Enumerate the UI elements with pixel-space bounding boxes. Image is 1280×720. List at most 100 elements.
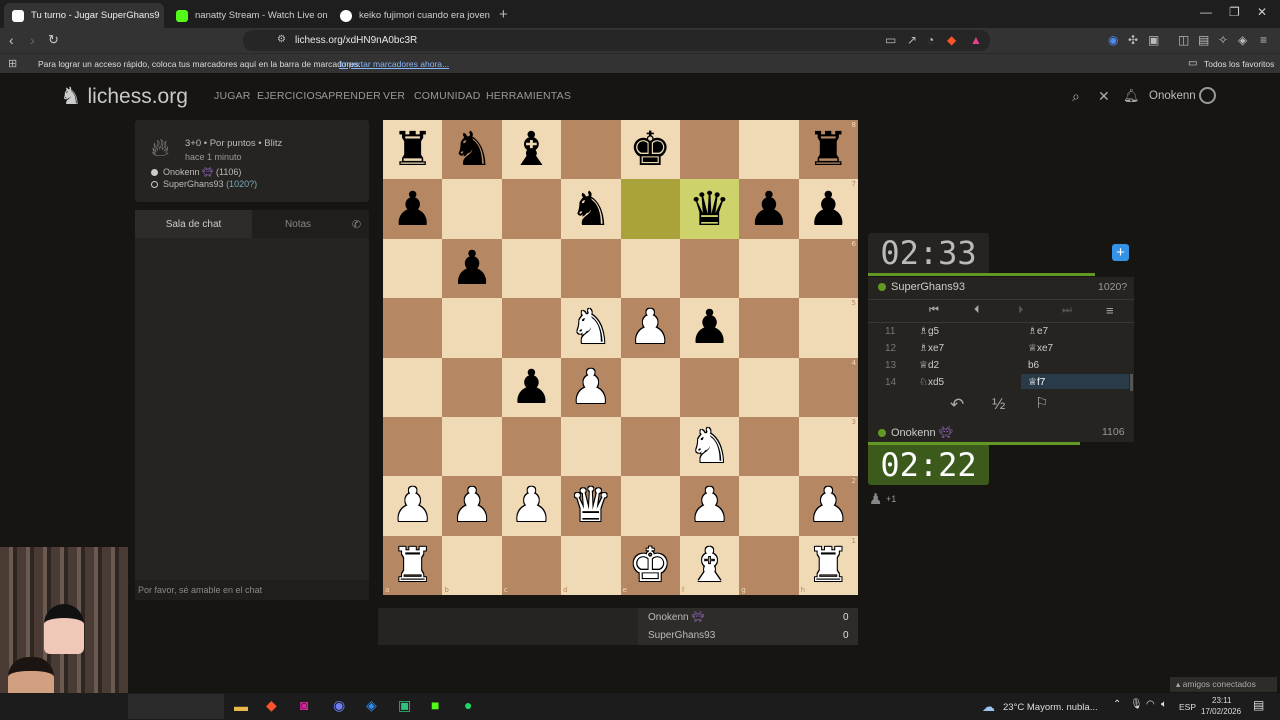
square-h3[interactable]: 3 (798, 416, 858, 477)
last-move-icon[interactable]: ⏭ (1062, 304, 1072, 317)
restore-button[interactable]: ❐ (1229, 5, 1240, 19)
player-name-line[interactable]: Onokenn 👾︎ (891, 426, 953, 439)
square-f2[interactable]: ♟ (679, 476, 740, 536)
square-g2[interactable] (739, 476, 799, 536)
close-window-button[interactable]: ✕ (1257, 5, 1267, 19)
minimize-button[interactable]: — (1200, 5, 1212, 19)
square-e1[interactable]: ♚ e (620, 535, 680, 595)
square-d2[interactable]: ♛ (561, 476, 621, 536)
square-g7[interactable]: ♟ (739, 179, 799, 239)
wifi-icon[interactable]: ◠ (1146, 699, 1155, 710)
white-queen-icon[interactable]: ♛ (570, 482, 612, 529)
square-b5[interactable] (442, 298, 502, 358)
share-icon[interactable]: ↗ (907, 33, 917, 47)
app-icon[interactable]: ◈ (366, 697, 377, 714)
white-player-line[interactable]: Onokenn 👾︎ (1106) (163, 167, 241, 178)
user-menu[interactable]: Onokenn (1149, 90, 1196, 102)
wallet-icon[interactable]: ▣ (1148, 33, 1159, 47)
next-move-icon[interactable]: ⏵ (1018, 304, 1024, 317)
black-pawn-icon[interactable]: ♟ (748, 186, 790, 233)
mic-icon[interactable]: 🎙︎ (1130, 699, 1143, 710)
white-knight-icon[interactable]: ♞ (688, 423, 730, 470)
white-rook-icon[interactable]: ♜ (392, 542, 434, 589)
spotify-icon[interactable]: ● (464, 697, 472, 713)
square-a3[interactable] (383, 416, 443, 477)
square-b3[interactable] (442, 416, 502, 477)
square-d1[interactable]: d (561, 535, 621, 595)
instagram-icon[interactable]: ◙ (300, 697, 308, 713)
square-g3[interactable] (739, 416, 799, 477)
tab-lichess[interactable]: Tu turno - Jugar SuperGhans9 ✕ (4, 3, 164, 28)
square-f7[interactable]: ♛ (679, 179, 740, 239)
square-g5[interactable] (739, 298, 799, 358)
square-c3[interactable] (501, 416, 562, 477)
tab-chat[interactable]: Sala de chat (135, 210, 252, 238)
move-black-current[interactable]: ♕f7 (1028, 377, 1045, 388)
site-info-icon[interactable]: ⚙ (277, 34, 286, 45)
forward-icon[interactable]: › (30, 32, 35, 48)
black-queen-icon[interactable]: ♛ (688, 186, 730, 233)
white-rook-icon[interactable]: ♜ (807, 542, 849, 589)
reload-icon[interactable]: ↻ (48, 32, 59, 48)
black-rook-icon[interactable]: ♜ (807, 126, 849, 173)
square-b6[interactable]: ♟ (442, 238, 502, 299)
brave-shield-icon[interactable]: ◆ (947, 33, 956, 47)
tab-kick[interactable]: nanatty Stream - Watch Live on K (168, 3, 328, 28)
square-a2[interactable]: ♟ (383, 476, 443, 536)
puzzle-icon[interactable]: ✣ (1128, 33, 1138, 47)
square-e5[interactable]: ♟ (620, 298, 680, 358)
black-knight-icon[interactable]: ♞ (570, 186, 612, 233)
square-b8[interactable]: ♞ (442, 120, 502, 180)
square-e7[interactable] (620, 179, 680, 239)
square-f3[interactable]: ♞ (679, 416, 740, 477)
language-indicator[interactable]: ESP (1179, 702, 1196, 712)
tabs-icon[interactable]: ▤ (1198, 33, 1209, 47)
square-f1[interactable]: ♝ f (679, 535, 740, 595)
takeback-icon[interactable]: ↶ (950, 395, 964, 415)
square-g6[interactable] (739, 238, 799, 299)
square-e6[interactable] (620, 238, 680, 299)
move-black[interactable]: ♗e7 (1028, 326, 1048, 337)
square-h1[interactable]: ♜ 1 h (798, 535, 858, 595)
square-g4[interactable] (739, 357, 799, 417)
nav-watch[interactable]: VER (383, 90, 405, 102)
square-b4[interactable] (442, 357, 502, 417)
square-a4[interactable] (383, 357, 443, 417)
move-white[interactable]: ♕d2 (919, 360, 939, 371)
nav-tools[interactable]: HERRAMIENTAS (486, 90, 571, 102)
square-b7[interactable] (442, 179, 502, 239)
square-e8[interactable]: ♚ (620, 120, 680, 180)
nav-community[interactable]: COMUNIDAD (414, 90, 481, 102)
chess-board[interactable]: ♜ ♞ ♝ ♚ ♜ 8 ♟ ♞ ♛ ♟ ♟ 7 ♟ 6 ♞ ♟ ♟ 5 ♟ ♟ 4 ♞ 3 ♟ ♟ ♟ ♛ ♟ ♟ 2 ♜ a b c d ♚ e ♝ f g… (383, 120, 858, 595)
square-f8[interactable] (679, 120, 740, 180)
square-h7[interactable]: ♟ 7 (798, 179, 858, 239)
black-pawn-icon[interactable]: ♟ (392, 186, 434, 233)
white-pawn-icon[interactable]: ♟ (688, 482, 730, 529)
brave-icon[interactable]: ◆ (266, 697, 277, 714)
chat-input[interactable]: Por favor, sé amable en el chat (135, 580, 369, 600)
taskbar-search[interactable] (128, 694, 224, 719)
white-pawn-icon[interactable]: ♟ (392, 482, 434, 529)
square-e2[interactable] (620, 476, 680, 536)
import-bookmarks-link[interactable]: Importar marcadores ahora... (339, 59, 449, 69)
url-input[interactable]: ⚙ lichess.org/xdHN9nA0bc3R (243, 30, 990, 51)
square-c1[interactable]: c (501, 535, 562, 595)
square-a8[interactable]: ♜ (383, 120, 443, 180)
square-a1[interactable]: ♜ a (383, 535, 443, 595)
square-d3[interactable] (561, 416, 621, 477)
white-king-icon[interactable]: ♚ (629, 542, 671, 589)
square-a6[interactable] (383, 238, 443, 299)
square-d7[interactable]: ♞ (561, 179, 621, 239)
square-c4[interactable]: ♟ (501, 357, 562, 417)
square-d6[interactable] (561, 238, 621, 299)
tray-chevron-icon[interactable]: ⌃ (1113, 699, 1121, 710)
black-rook-icon[interactable]: ♜ (392, 126, 434, 173)
square-d5[interactable]: ♞ (561, 298, 621, 358)
clock-date[interactable]: 17/02/2026 (1201, 707, 1241, 716)
square-e3[interactable] (620, 416, 680, 477)
square-e4[interactable] (620, 357, 680, 417)
square-b2[interactable]: ♟ (442, 476, 502, 536)
new-tab-button[interactable]: + (499, 6, 508, 23)
phone-icon[interactable]: ✆ (344, 210, 369, 238)
extension-icon[interactable]: ◉ (1108, 33, 1118, 47)
